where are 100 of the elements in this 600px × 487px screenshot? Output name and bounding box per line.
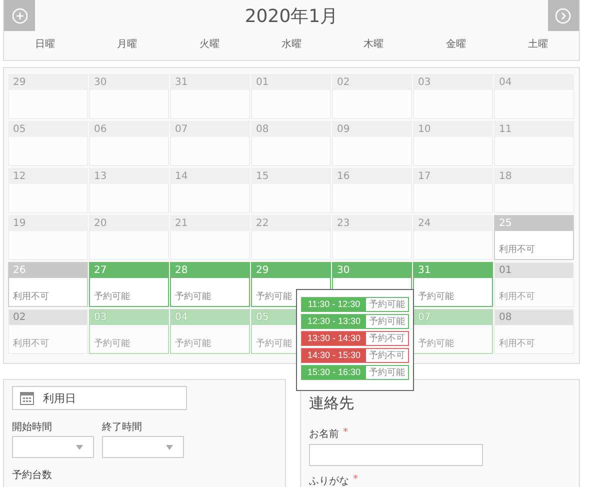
day-cell[interactable]: 21 <box>170 215 250 260</box>
day-cell[interactable]: 05 <box>8 121 88 166</box>
day-cell[interactable]: 31 予約可能 <box>413 262 493 307</box>
day-cell[interactable]: 04 予約可能 <box>170 309 250 354</box>
time-slot[interactable]: 15:30 - 16:30 予約可能 <box>301 365 409 380</box>
day-number: 06 <box>90 122 168 137</box>
day-cell[interactable]: 06 <box>89 121 169 166</box>
day-cell[interactable]: 13 <box>89 168 169 213</box>
day-status: 予約可能 <box>256 338 292 350</box>
month-title: 2020年1月 <box>244 4 338 28</box>
end-time-label: 終了時間 <box>102 420 143 434</box>
start-time-select[interactable] <box>12 436 94 458</box>
weekday-label: 土曜 <box>526 38 549 51</box>
start-time-label: 開始時間 <box>12 420 53 434</box>
day-cell[interactable]: 09 <box>332 121 412 166</box>
day-cell[interactable]: 28 予約可能 <box>170 262 250 307</box>
day-number: 09 <box>333 122 411 137</box>
day-cell[interactable]: 12 <box>8 168 88 213</box>
day-cell[interactable]: 18 <box>494 168 574 213</box>
day-number: 30 <box>333 263 411 278</box>
caret-icon <box>76 444 83 450</box>
day-cell[interactable]: 19 <box>8 215 88 260</box>
day-number: 02 <box>333 75 411 90</box>
day-cell[interactable]: 22 <box>251 215 331 260</box>
day-status: 利用不可 <box>13 290 49 303</box>
day-number: 07 <box>171 122 249 137</box>
day-status: 利用不可 <box>499 244 535 256</box>
field-label: ふりがな <box>309 475 349 487</box>
day-cell[interactable]: 02 利用不可 <box>8 309 88 354</box>
time-slot[interactable]: 13:30 - 14:30 予約不可 <box>301 331 409 346</box>
day-cell[interactable]: 20 <box>89 215 169 260</box>
day-number: 04 <box>171 310 249 325</box>
day-cell[interactable]: 31 <box>170 74 250 119</box>
day-cell[interactable]: 14 <box>170 168 250 213</box>
day-number: 07 <box>414 310 492 325</box>
day-number: 16 <box>333 169 411 184</box>
day-cell[interactable]: 27 予約可能 <box>89 262 169 307</box>
day-number: 11 <box>495 122 573 137</box>
caret-icon <box>166 444 173 450</box>
day-number: 05 <box>9 122 87 137</box>
day-cell[interactable]: 30 <box>89 74 169 119</box>
day-cell[interactable]: 04 <box>494 74 574 119</box>
time-slot[interactable]: 11:30 - 12:30 予約可能 <box>301 297 409 312</box>
weekday-label: 水曜 <box>280 38 302 51</box>
day-cell[interactable]: 10 <box>413 121 493 166</box>
day-number: 30 <box>90 75 168 90</box>
day-cell[interactable]: 01 利用不可 <box>494 262 574 307</box>
day-number: 22 <box>252 216 330 231</box>
time-slot[interactable]: 12:30 - 13:30 予約可能 <box>301 314 409 329</box>
chevron-right-circle-icon <box>555 8 572 24</box>
day-cell[interactable]: 07 予約可能 <box>413 309 493 354</box>
day-status: 予約可能 <box>175 290 211 303</box>
day-number: 02 <box>9 310 87 325</box>
day-cell[interactable]: 29 <box>8 74 88 119</box>
day-cell[interactable]: 11 <box>494 121 574 166</box>
day-status: 利用不可 <box>499 290 535 303</box>
weekday-label: 金曜 <box>444 38 467 51</box>
day-status: 予約可能 <box>94 290 130 303</box>
weekday-label: 木曜 <box>362 38 385 51</box>
day-number: 08 <box>495 310 573 325</box>
day-cell[interactable]: 07 <box>170 121 250 166</box>
previous-month-button[interactable] <box>4 0 35 31</box>
day-cell[interactable]: 17 <box>413 168 493 213</box>
day-number: 18 <box>495 169 573 184</box>
end-time-select[interactable] <box>102 436 184 458</box>
day-status: 予約可能 <box>256 290 292 303</box>
required-mark: * <box>343 427 348 440</box>
day-number: 15 <box>252 169 330 184</box>
day-cell[interactable]: 01 <box>251 74 331 119</box>
day-status: 予約可能 <box>418 338 454 350</box>
day-cell[interactable]: 16 <box>332 168 412 213</box>
day-number: 14 <box>171 169 249 184</box>
input-field[interactable] <box>309 444 483 466</box>
day-number: 27 <box>90 263 168 278</box>
day-number: 17 <box>414 169 492 184</box>
day-number: 01 <box>252 75 330 90</box>
date-field[interactable]: 利用日 <box>12 386 187 410</box>
weekday-label: 日曜 <box>34 38 56 51</box>
day-number: 23 <box>333 216 411 231</box>
day-cell[interactable]: 24 <box>413 215 493 260</box>
day-cell[interactable]: 15 <box>251 168 331 213</box>
day-cell[interactable]: 02 <box>332 74 412 119</box>
day-number: 01 <box>495 263 573 278</box>
day-number: 31 <box>414 263 492 278</box>
day-cell[interactable]: 23 <box>332 215 412 260</box>
calendar-icon <box>19 390 35 406</box>
time-slot[interactable]: 14:30 - 15:30 予約不可 <box>301 348 409 363</box>
day-status: 予約可能 <box>175 338 211 350</box>
count-label: 予約台数 <box>12 468 52 482</box>
day-cell[interactable]: 03 <box>413 74 493 119</box>
day-number: 19 <box>9 216 87 231</box>
day-number: 10 <box>414 122 492 137</box>
next-month-button[interactable] <box>548 0 579 31</box>
day-cell[interactable]: 08 <box>251 121 331 166</box>
day-status: 予約可能 <box>94 338 130 350</box>
day-cell[interactable]: 03 予約可能 <box>89 309 169 354</box>
day-number: 13 <box>90 169 168 184</box>
day-cell[interactable]: 08 利用不可 <box>494 309 574 354</box>
day-number: 29 <box>252 263 330 278</box>
field-label: お名前 <box>309 428 339 441</box>
